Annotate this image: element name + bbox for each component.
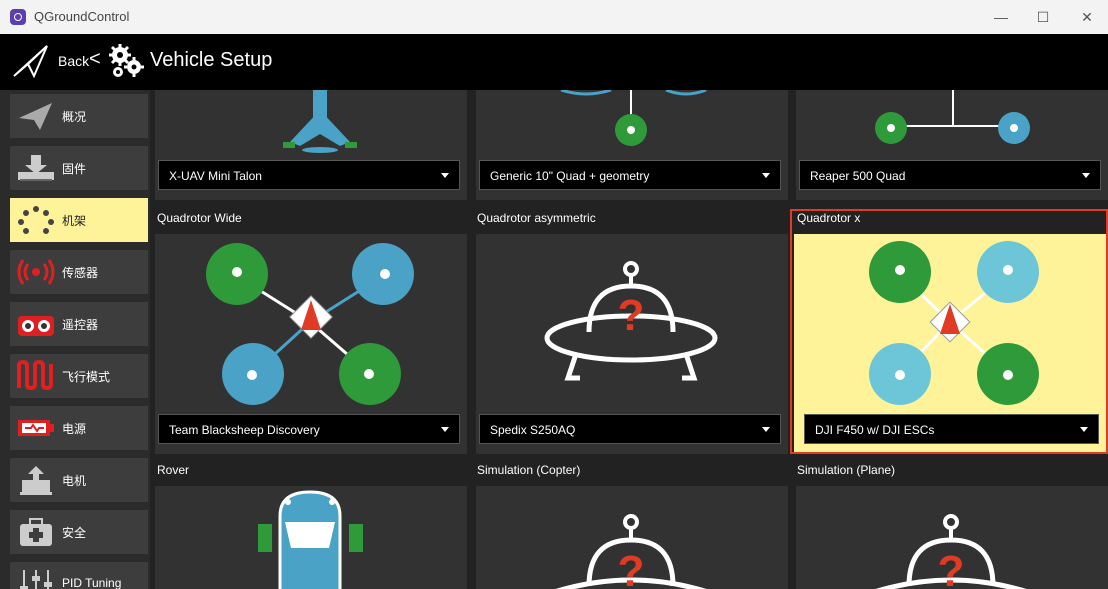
frame-card-rover[interactable] bbox=[155, 486, 467, 589]
unknown-ufo-icon: ? bbox=[555, 514, 707, 589]
frame-card-sim-copter[interactable]: ? bbox=[476, 486, 788, 589]
svg-text:?: ? bbox=[618, 547, 645, 589]
sidebar-item-pid-tuning[interactable]: PID Tuning bbox=[10, 562, 148, 589]
sidebar-item-sensors[interactable]: 传感器 bbox=[10, 250, 148, 294]
frame-card-quad-asymmetric[interactable]: ? Spedix S250AQ bbox=[476, 234, 788, 454]
gears-icon bbox=[109, 44, 144, 77]
sidebar-item-label: 传感器 bbox=[62, 266, 99, 280]
category-label: Rover bbox=[157, 463, 190, 477]
category-label: Simulation (Plane) bbox=[797, 463, 896, 477]
dropdown-value: X-UAV Mini Talon bbox=[169, 169, 262, 183]
frame-model-dropdown[interactable]: X-UAV Mini Talon bbox=[158, 160, 460, 190]
frame-model-dropdown[interactable]: Reaper 500 Quad bbox=[799, 160, 1101, 190]
svg-text:?: ? bbox=[618, 291, 645, 340]
plane-airframe-icon bbox=[283, 90, 357, 153]
sidebar-item-label: 安全 bbox=[62, 526, 87, 540]
sidebar-item-label: 机架 bbox=[62, 214, 87, 228]
sidebar-item-label: 固件 bbox=[62, 162, 87, 176]
radio-waves-icon bbox=[17, 259, 55, 285]
page-title: Vehicle Setup bbox=[150, 49, 273, 71]
rover-car-icon bbox=[258, 490, 363, 589]
maximize-button[interactable]: ☐ bbox=[1028, 6, 1058, 28]
dropdown-value: Reaper 500 Quad bbox=[810, 169, 906, 183]
waveform-icon bbox=[17, 360, 53, 391]
airframe-grid: X-UAV Mini Talon Generic 10" Quad + geom… bbox=[150, 90, 1108, 589]
chevron-down-icon bbox=[441, 427, 449, 432]
sidebar-item-label: PID Tuning bbox=[62, 576, 122, 589]
frame-model-dropdown[interactable]: Generic 10" Quad + geometry bbox=[479, 160, 781, 190]
sidebar-item-summary[interactable]: 概况 bbox=[10, 94, 148, 138]
selection-highlight bbox=[790, 209, 1108, 454]
download-icon bbox=[18, 155, 54, 181]
motor-icon bbox=[20, 466, 52, 495]
window-titlebar: QGroundControl — ☐ ✕ bbox=[0, 0, 1108, 34]
first-aid-icon bbox=[20, 518, 52, 546]
dropdown-value: Generic 10" Quad + geometry bbox=[490, 169, 650, 183]
svg-text:?: ? bbox=[938, 547, 965, 589]
category-label: Quadrotor asymmetric bbox=[477, 211, 596, 225]
minimize-button[interactable]: — bbox=[986, 6, 1016, 28]
category-label: Quadrotor Wide bbox=[157, 211, 242, 225]
sidebar-item-safety[interactable]: 安全 bbox=[10, 510, 148, 554]
quad-h-airframe-icon bbox=[875, 90, 1030, 144]
frame-model-dropdown[interactable]: Spedix S250AQ bbox=[479, 414, 781, 444]
main-toolbar: Back < Vehicle Setup bbox=[0, 34, 1108, 90]
sidebar-item-flight-modes[interactable]: 飞行模式 bbox=[10, 354, 148, 398]
sidebar-item-motors[interactable]: 电机 bbox=[10, 458, 148, 502]
frame-card-plane[interactable]: X-UAV Mini Talon bbox=[155, 90, 467, 200]
sidebar-item-firmware[interactable]: 固件 bbox=[10, 146, 148, 190]
sidebar-item-label: 飞行模式 bbox=[62, 370, 111, 384]
category-label: Simulation (Copter) bbox=[477, 463, 581, 477]
dropdown-value: Team Blacksheep Discovery bbox=[169, 423, 320, 437]
frame-card-reaper[interactable]: Reaper 500 Quad bbox=[796, 90, 1108, 200]
sidebar-item-label: 电机 bbox=[62, 474, 87, 488]
sidebar-item-power[interactable]: 电源 bbox=[10, 406, 148, 450]
window-title: QGroundControl bbox=[34, 9, 130, 24]
dropdown-value: Spedix S250AQ bbox=[490, 423, 576, 437]
transmitter-icon bbox=[18, 316, 54, 336]
sliders-icon bbox=[20, 570, 52, 589]
chevron-down-icon bbox=[441, 173, 449, 178]
unknown-ufo-icon: ? bbox=[544, 261, 718, 381]
chevron-down-icon bbox=[1082, 173, 1090, 178]
sidebar-item-airframe[interactable]: 机架 bbox=[10, 198, 148, 242]
frame-card-sim-plane[interactable]: ? bbox=[796, 486, 1108, 589]
qgc-app-icon bbox=[10, 9, 26, 25]
frame-card-quad-wide[interactable]: Team Blacksheep Discovery bbox=[155, 234, 467, 454]
close-button[interactable]: ✕ bbox=[1072, 6, 1102, 28]
paper-plane-icon bbox=[19, 103, 52, 130]
chevron-down-icon bbox=[762, 427, 770, 432]
back-button[interactable]: Back bbox=[58, 53, 89, 69]
frame-card-generic-quad[interactable]: Generic 10" Quad + geometry bbox=[476, 90, 788, 200]
frame-model-dropdown[interactable]: Team Blacksheep Discovery bbox=[158, 414, 460, 444]
breadcrumb-separator: < bbox=[89, 48, 101, 70]
frame-dots-icon bbox=[18, 206, 54, 234]
quad-plus-airframe-icon bbox=[560, 90, 707, 146]
battery-icon bbox=[18, 420, 54, 436]
sidebar-item-radio[interactable]: 遥控器 bbox=[10, 302, 148, 346]
setup-sidebar: 概况 固件 机架 传感器 遥控器 飞行模式 电源 电机 安全 PID Tunin… bbox=[0, 90, 150, 589]
paper-plane-icon[interactable] bbox=[12, 44, 50, 78]
sidebar-item-label: 电源 bbox=[62, 422, 87, 436]
sidebar-item-label: 概况 bbox=[62, 110, 87, 124]
unknown-ufo-icon: ? bbox=[875, 514, 1027, 589]
sidebar-item-label: 遥控器 bbox=[62, 318, 99, 332]
quad-wide-airframe-icon bbox=[206, 243, 414, 405]
chevron-down-icon bbox=[762, 173, 770, 178]
